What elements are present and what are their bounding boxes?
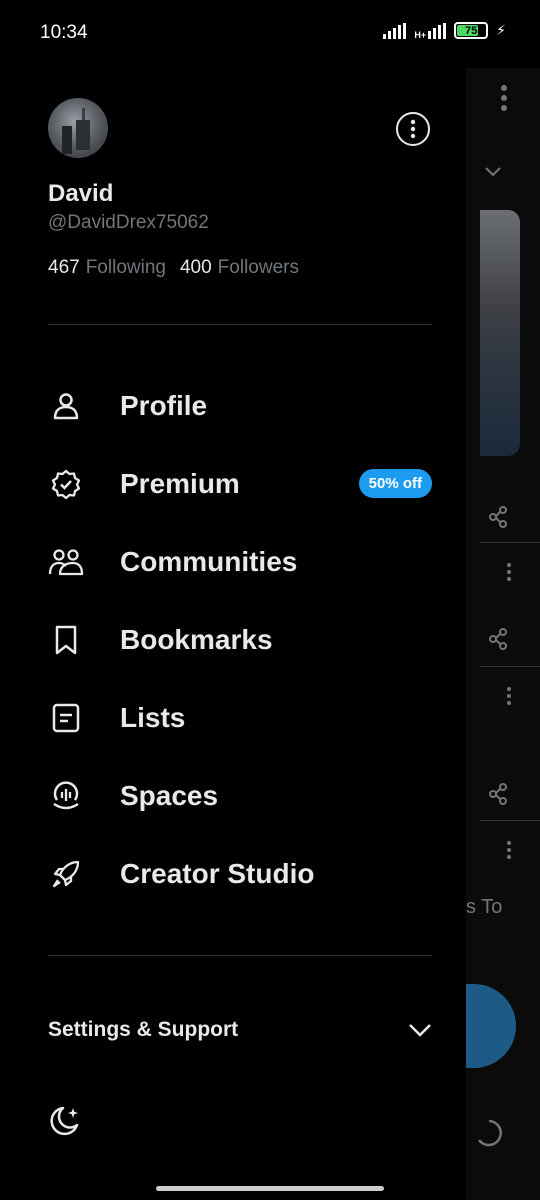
avatar[interactable]	[48, 98, 108, 158]
verified-badge-icon	[48, 466, 84, 502]
chevron-down-icon	[409, 1024, 431, 1037]
communities-icon	[48, 544, 84, 580]
more-vertical-icon	[507, 687, 511, 705]
menu-item-communities[interactable]: Communities	[48, 523, 432, 601]
followers-label[interactable]: Followers	[218, 257, 299, 279]
rocket-icon	[48, 856, 84, 892]
divider	[480, 666, 540, 667]
divider	[480, 542, 540, 543]
signal-icon	[383, 22, 407, 39]
share-icon	[489, 783, 507, 805]
follow-stats: 467 Following 400 Followers	[48, 257, 307, 279]
promo-badge: 50% off	[358, 469, 432, 498]
battery-icon: 75	[454, 22, 489, 39]
status-icons: H+ 75 ⚡	[383, 22, 506, 39]
more-vertical-icon	[507, 841, 511, 859]
background-media	[480, 210, 520, 456]
menu-item-label: Bookmarks	[120, 624, 273, 655]
charging-icon: ⚡	[496, 22, 506, 38]
menu-item-label: Spaces	[120, 780, 219, 811]
menu-item-label: Lists	[120, 702, 186, 733]
background-partial-text: s To	[466, 896, 503, 918]
more-vertical-icon	[501, 85, 507, 111]
menu-item-label: Communities	[120, 546, 298, 577]
chevron-down-icon	[485, 167, 501, 177]
share-icon	[489, 628, 507, 650]
user-name[interactable]: David	[48, 180, 113, 208]
navigation-drawer: David @DavidDrex75062 467 Following 400 …	[0, 68, 466, 1200]
menu-item-lists[interactable]: Lists	[48, 679, 432, 757]
network-type-label: H+	[414, 29, 427, 40]
user-handle: @DavidDrex75062	[48, 212, 209, 233]
divider	[480, 820, 540, 821]
moon-icon	[50, 1106, 79, 1136]
menu-item-label: Premium	[120, 468, 240, 499]
divider	[48, 324, 432, 325]
bookmark-icon	[48, 622, 84, 658]
spaces-icon	[48, 778, 84, 814]
followers-count[interactable]: 400	[180, 257, 212, 279]
avatar-image	[62, 108, 90, 154]
loading-spinner-icon	[477, 1119, 502, 1147]
battery-level: 75	[465, 24, 478, 37]
display-theme-button[interactable]	[48, 1104, 82, 1138]
background-timeline[interactable]: s To	[466, 68, 540, 1200]
menu-item-label: Creator Studio	[120, 858, 315, 889]
share-icon	[489, 506, 507, 528]
home-indicator[interactable]	[156, 1186, 384, 1191]
following-label[interactable]: Following	[86, 257, 166, 279]
settings-support-toggle[interactable]: Settings & Support	[48, 1018, 432, 1042]
signal-2-icon: H+	[414, 22, 447, 40]
menu-item-profile[interactable]: Profile	[48, 367, 432, 445]
settings-support-label: Settings & Support	[48, 1018, 239, 1041]
person-icon	[48, 388, 84, 424]
divider	[48, 955, 432, 956]
more-vertical-icon	[410, 119, 416, 139]
account-options-button[interactable]	[396, 112, 430, 146]
list-icon	[48, 700, 84, 736]
status-time: 10:34	[40, 22, 88, 43]
more-vertical-icon	[507, 563, 511, 581]
compose-fab[interactable]	[466, 984, 516, 1068]
following-count[interactable]: 467	[48, 257, 80, 279]
status-bar: 10:34 H+ 75 ⚡	[0, 0, 540, 68]
menu-item-creator-studio[interactable]: Creator Studio	[48, 835, 432, 913]
menu-item-bookmarks[interactable]: Bookmarks	[48, 601, 432, 679]
menu-item-spaces[interactable]: Spaces	[48, 757, 432, 835]
menu-item-premium[interactable]: Premium 50% off	[48, 445, 432, 523]
menu-item-label: Profile	[120, 390, 208, 421]
drawer-menu: Profile Premium 50% off Communities Book…	[48, 367, 432, 913]
